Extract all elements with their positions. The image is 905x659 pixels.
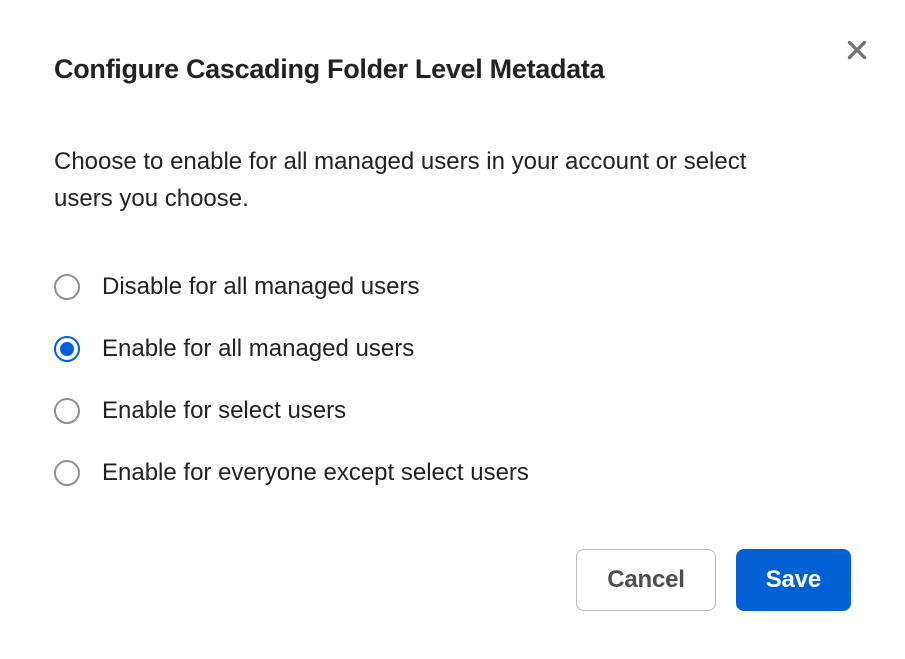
dialog-description: Choose to enable for all managed users i… [54, 143, 794, 217]
radio-label: Enable for all managed users [102, 335, 414, 363]
radio-option-enable-all[interactable]: Enable for all managed users [54, 335, 851, 363]
radio-label: Enable for select users [102, 397, 346, 425]
close-icon [844, 37, 870, 68]
radio-group: Disable for all managed users Enable for… [54, 273, 851, 487]
save-button[interactable]: Save [736, 549, 851, 611]
radio-label: Disable for all managed users [102, 273, 420, 301]
radio-dot-icon [60, 342, 74, 356]
radio-option-disable-all[interactable]: Disable for all managed users [54, 273, 851, 301]
dialog-title: Configure Cascading Folder Level Metadat… [54, 54, 851, 85]
radio-icon [54, 460, 80, 486]
radio-option-enable-except-select[interactable]: Enable for everyone except select users [54, 459, 851, 487]
radio-icon [54, 274, 80, 300]
radio-icon-selected [54, 336, 80, 362]
cancel-button[interactable]: Cancel [576, 549, 716, 611]
radio-option-enable-select[interactable]: Enable for select users [54, 397, 851, 425]
close-button[interactable] [841, 36, 873, 68]
button-row: Cancel Save [54, 549, 851, 611]
radio-icon [54, 398, 80, 424]
radio-label: Enable for everyone except select users [102, 459, 529, 487]
